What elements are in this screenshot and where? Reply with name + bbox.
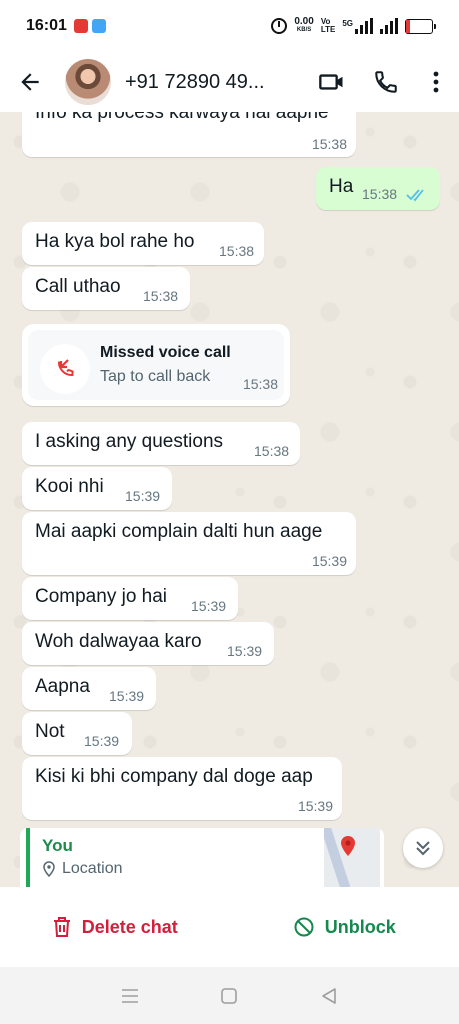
- map-marker-icon: [341, 836, 355, 856]
- message-time: 15:39: [191, 598, 227, 614]
- home-button[interactable]: [209, 976, 249, 1016]
- home-icon: [221, 987, 238, 1004]
- message-time: 15:39: [297, 798, 333, 814]
- message-text: I asking any questions: [35, 431, 224, 452]
- video-call-button[interactable]: [305, 55, 359, 109]
- message-time: 15:38: [362, 186, 398, 202]
- more-options-icon: [433, 71, 439, 93]
- back-arrow-icon: [21, 73, 39, 91]
- menu-icon: [121, 988, 138, 1003]
- status-bar: 16:01 0.00 KB/S Vo LTE 5G 17: [0, 0, 459, 52]
- message-text: Not: [35, 721, 65, 742]
- message-bubble-incoming[interactable]: Kooi nhi 15:39: [22, 467, 172, 510]
- message-time: 15:38: [143, 288, 179, 304]
- back-icon: [322, 987, 336, 1004]
- battery-icon: 17: [405, 18, 436, 34]
- recent-apps-button[interactable]: [110, 976, 150, 1016]
- message-bubble-incoming[interactable]: Call uthao 15:38: [22, 267, 190, 310]
- message-text: Woh dalwayaa karo: [35, 631, 202, 652]
- status-indicators: 0.00 KB/S Vo LTE 5G 17: [271, 17, 436, 35]
- voice-call-icon: [375, 71, 397, 93]
- message-bubble-incoming[interactable]: Not 15:39: [22, 712, 132, 755]
- message-text: Kisi ki bhi company dal doge aap: [35, 766, 313, 787]
- message-text: Info ka process karwaya hai aapne: [35, 112, 329, 123]
- message-bubble-incoming[interactable]: Info ka process karwaya hai aapne 15:38: [22, 112, 356, 157]
- message-text: Aapna: [35, 676, 90, 697]
- back-button[interactable]: [0, 52, 60, 112]
- location-pin-icon: [43, 861, 55, 877]
- message-time: 15:38: [242, 376, 278, 392]
- map-thumbnail: [324, 828, 380, 887]
- double-chevron-down-icon: [416, 841, 430, 856]
- signal-strength-icon: [355, 18, 373, 34]
- missed-call-icon: [40, 344, 90, 394]
- message-bubble-incoming[interactable]: Company jo hai 15:39: [22, 577, 238, 620]
- network-gen-label: 5G: [342, 19, 353, 28]
- signal-strength-icon-2: [380, 18, 398, 34]
- location-reply-card[interactable]: You Location: [20, 828, 384, 887]
- reply-location-label: Location: [62, 860, 123, 877]
- reply-sender: You: [42, 836, 73, 855]
- message-text: Ha kya bol rahe ho: [35, 231, 195, 252]
- network-speed-value: 0.00: [294, 16, 314, 27]
- network-speed-unit: KB/S: [296, 27, 312, 33]
- missed-call-bubble[interactable]: Missed voice call Tap to call back 15:38: [22, 324, 290, 406]
- alarm-icon: [271, 18, 288, 34]
- weather-notification-icon: [91, 19, 106, 33]
- message-text: Mai aapki complain dalti hun aage: [35, 521, 323, 542]
- message-bubble-incoming[interactable]: Kisi ki bhi company dal doge aap 15:39: [22, 757, 342, 820]
- message-bubble-incoming[interactable]: Aapna 15:39: [22, 667, 156, 710]
- chat-header: +91 72890 49...: [0, 52, 459, 112]
- message-time: 15:39: [125, 488, 161, 504]
- voice-call-button[interactable]: [359, 55, 413, 109]
- message-bubble-incoming[interactable]: Woh dalwayaa karo 15:39: [22, 622, 274, 665]
- app-notification-icon: [73, 19, 88, 33]
- message-bubble-outgoing[interactable]: Ha 15:38: [316, 167, 440, 210]
- message-text: Call uthao: [35, 276, 121, 297]
- contact-name[interactable]: +91 72890 49...: [125, 71, 275, 94]
- message-bubble-incoming[interactable]: I asking any questions 15:38: [22, 422, 300, 465]
- more-options-button[interactable]: [413, 55, 459, 109]
- system-back-button[interactable]: [309, 976, 349, 1016]
- missed-call-subtitle: Tap to call back: [100, 368, 211, 385]
- system-nav-bar: [0, 967, 459, 1024]
- unblock-icon: [294, 917, 314, 937]
- message-time: 15:38: [219, 243, 255, 259]
- unblock-button[interactable]: Unblock: [230, 887, 459, 967]
- volte-indicator: Vo LTE: [321, 18, 336, 34]
- trash-icon: [53, 917, 70, 937]
- delete-chat-button[interactable]: Delete chat: [0, 887, 230, 967]
- message-text: Kooi nhi: [35, 476, 104, 497]
- message-text: Ha: [329, 176, 354, 197]
- volte-bottom: LTE: [320, 25, 336, 34]
- message-text: Company jo hai: [35, 586, 168, 607]
- scroll-to-bottom-button[interactable]: [403, 828, 443, 868]
- chat-messages[interactable]: Info ka process karwaya hai aapne 15:38 …: [0, 112, 459, 887]
- reply-location: Location: [42, 860, 123, 878]
- blocked-contact-actions: Delete chat Unblock: [0, 887, 459, 967]
- header-actions: [305, 55, 459, 109]
- message-time: 15:39: [84, 733, 120, 749]
- message-bubble-incoming[interactable]: Ha kya bol rahe ho 15:38: [22, 222, 264, 265]
- message-time: 15:38: [254, 443, 290, 459]
- read-ticks-icon: [406, 189, 424, 202]
- delete-chat-label: Delete chat: [81, 916, 178, 937]
- message-time: 15:38: [311, 136, 347, 152]
- battery-level: 17: [413, 20, 425, 32]
- avatar[interactable]: [65, 59, 111, 105]
- video-call-icon: [319, 74, 343, 90]
- message-time: 15:39: [109, 688, 145, 704]
- status-time: 16:01: [26, 17, 67, 34]
- reply-accent-bar: [26, 828, 30, 887]
- unblock-label: Unblock: [324, 916, 396, 937]
- network-speed: 0.00 KB/S: [294, 17, 313, 35]
- message-time: 15:39: [311, 553, 347, 569]
- message-time: 15:39: [227, 643, 263, 659]
- missed-call-title: Missed voice call: [100, 344, 231, 361]
- message-bubble-incoming[interactable]: Mai aapki complain dalti hun aage 15:39: [22, 512, 356, 575]
